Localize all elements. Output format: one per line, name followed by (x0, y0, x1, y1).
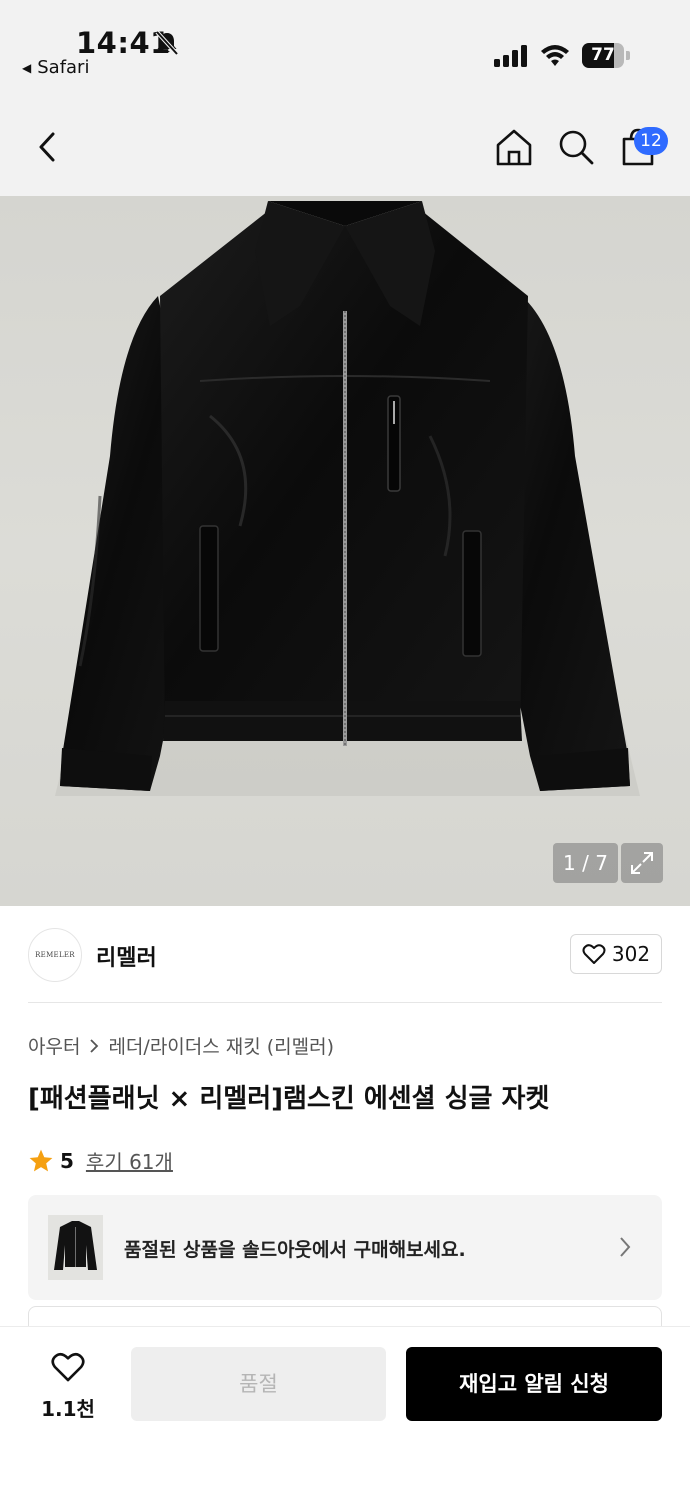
brand-logo[interactable]: REMELER (28, 928, 82, 982)
back-triangle-icon: ◀ (22, 60, 32, 75)
breadcrumb-category[interactable]: 아우터 (28, 1032, 80, 1059)
wishlist-button[interactable]: 1.1천 (28, 1349, 108, 1421)
bell-muted-icon (155, 30, 179, 56)
cart-count-badge: 12 (634, 127, 668, 155)
rating-row: 5 후기 61개 (28, 1146, 173, 1175)
bottom-action-bar: 1.1천 품절 재입고 알림 신청 (0, 1326, 690, 1500)
star-icon (29, 1149, 53, 1171)
expand-image-button[interactable] (621, 843, 663, 883)
home-icon (496, 129, 532, 166)
battery-percent: 77 (591, 45, 615, 65)
breadcrumb: 아우터 레더/라이더스 재킷 (리멜러) (28, 1032, 334, 1059)
restock-alert-button[interactable]: 재입고 알림 신청 (406, 1347, 662, 1421)
review-link[interactable]: 후기 61개 (86, 1146, 173, 1175)
brand-like-count: 302 (611, 942, 651, 966)
soldout-banner[interactable]: 품절된 상품을 솔드아웃에서 구매해보세요. (28, 1195, 662, 1300)
brand-logo-text: REMELER (35, 951, 75, 959)
search-button[interactable] (554, 125, 598, 169)
back-app-label: Safari (37, 57, 90, 78)
heart-icon (582, 944, 606, 964)
battery-icon: 77 (582, 43, 630, 68)
rating-score: 5 (60, 1148, 74, 1173)
cellular-signal-icon (494, 45, 527, 67)
soldout-thumbnail (48, 1215, 103, 1280)
chevron-right-icon (620, 1237, 631, 1257)
brand-name[interactable]: 리멜러 (96, 940, 157, 972)
wifi-icon (541, 45, 569, 66)
back-to-safari[interactable]: ◀ Safari (22, 57, 89, 78)
search-icon (559, 130, 594, 165)
soldout-button: 품절 (131, 1347, 386, 1421)
back-button[interactable] (26, 125, 70, 169)
heart-icon (51, 1352, 85, 1382)
wishlist-count: 1.1천 (41, 1397, 95, 1421)
chevron-left-icon (39, 132, 55, 162)
divider (28, 1002, 662, 1003)
app-header (0, 95, 690, 196)
breadcrumb-subcategory[interactable]: 레더/라이더스 재킷 (리멜러) (108, 1032, 334, 1059)
status-bar: 14:41 ◀ Safari 77 (0, 0, 690, 95)
chevron-right-icon (90, 1038, 99, 1053)
expand-icon (631, 852, 653, 874)
brand-row: REMELER 리멜러 302 (0, 906, 690, 1004)
product-title: [패션플래닛 × 리멜러]램스킨 에센셜 싱글 자켓 (28, 1084, 550, 1114)
brand-like-button[interactable]: 302 (570, 934, 662, 974)
soldout-banner-text: 품절된 상품을 솔드아웃에서 구매해보세요. (124, 1239, 466, 1261)
product-image (55, 201, 640, 796)
image-counter: 1 / 7 (553, 843, 618, 883)
home-button[interactable] (492, 125, 536, 169)
product-image-gallery[interactable]: 1 / 7 (0, 196, 690, 906)
